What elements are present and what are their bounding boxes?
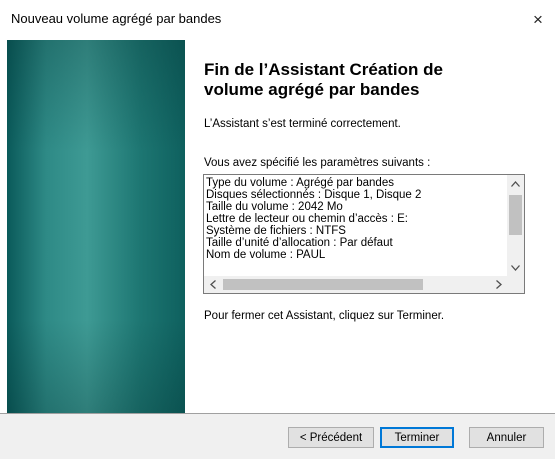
list-item: Nom de volume : PAUL	[206, 249, 326, 261]
scroll-up-button[interactable]	[507, 175, 524, 192]
list-item: Système de fichiers : NTFS	[206, 225, 346, 237]
heading-line-1: Fin de l’Assistant Création de	[204, 60, 443, 79]
parameters-label: Vous avez spécifié les paramètres suivan…	[204, 157, 431, 169]
parameters-list: Type du volume : Agrégé par bandes Disqu…	[206, 177, 506, 273]
wizard-heading: Fin de l’Assistant Création de volume ag…	[204, 60, 534, 100]
window-title: Nouveau volume agrégé par bandes	[11, 11, 222, 26]
wizard-content: Fin de l’Assistant Création de volume ag…	[0, 40, 555, 413]
list-item: Taille d’unité d’allocation : Par défaut	[206, 237, 393, 249]
finish-button[interactable]: Terminer	[380, 427, 454, 448]
vertical-scroll-thumb[interactable]	[509, 195, 522, 235]
previous-button[interactable]: < Précédent	[288, 427, 374, 448]
arrow-right-icon	[495, 280, 502, 289]
arrow-left-icon	[209, 280, 216, 289]
vertical-scrollbar[interactable]	[507, 175, 524, 276]
success-message: L’Assistant s’est terminé correctement.	[204, 118, 401, 130]
horizontal-scroll-thumb[interactable]	[223, 279, 423, 290]
parameters-listbox[interactable]: Type du volume : Agrégé par bandes Disqu…	[203, 174, 525, 294]
close-icon: ×	[533, 10, 543, 29]
list-item: Lettre de lecteur ou chemin d’accès : E:	[206, 213, 408, 225]
cancel-button[interactable]: Annuler	[469, 427, 544, 448]
list-item: Type du volume : Agrégé par bandes	[206, 177, 394, 189]
list-item: Disques sélectionnés : Disque 1, Disque …	[206, 189, 422, 201]
arrow-down-icon	[511, 264, 520, 271]
wizard-footer: < Précédent Terminer Annuler	[0, 414, 555, 459]
arrow-up-icon	[511, 180, 520, 187]
heading-line-2: volume agrégé par bandes	[204, 80, 420, 99]
horizontal-scrollbar[interactable]	[204, 276, 507, 293]
scroll-left-button[interactable]	[204, 276, 221, 293]
scrollbar-corner	[507, 276, 524, 293]
wizard-banner-image	[7, 40, 185, 413]
title-bar: Nouveau volume agrégé par bandes ×	[0, 0, 555, 40]
scroll-right-button[interactable]	[490, 276, 507, 293]
finish-instruction: Pour fermer cet Assistant, cliquez sur T…	[204, 310, 445, 322]
close-button[interactable]: ×	[521, 0, 555, 40]
list-item: Taille du volume : 2042 Mo	[206, 201, 343, 213]
scroll-down-button[interactable]	[507, 259, 524, 276]
